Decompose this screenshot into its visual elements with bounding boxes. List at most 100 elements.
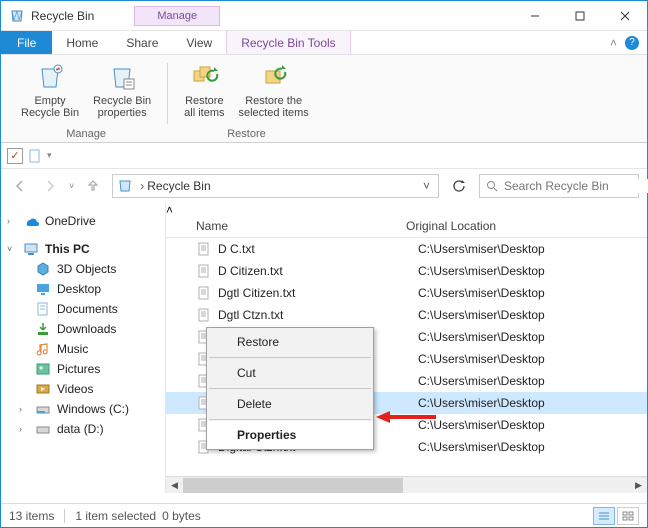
nav-pane: › OneDrive ˅ This PC 3D Objects Desktop … (1, 203, 166, 493)
file-location: C:\Users\miser\Desktop (418, 308, 545, 322)
window-title: Recycle Bin (31, 9, 134, 23)
tab-share[interactable]: Share (112, 31, 172, 54)
collapse-ribbon-icon[interactable]: ˄ (610, 36, 617, 50)
restore-selected-button[interactable]: Restore the selected items (233, 59, 315, 121)
column-header-name[interactable]: Name (166, 219, 406, 233)
nav-drive-c[interactable]: ›Windows (C:) (5, 399, 161, 419)
search-input[interactable] (504, 179, 648, 193)
maximize-button[interactable] (557, 1, 602, 30)
file-row[interactable]: D C.txtC:\Users\miser\Desktop (166, 238, 647, 260)
up-button[interactable] (82, 175, 104, 197)
file-name: Dgtl Ctzn.txt (218, 308, 418, 322)
file-location: C:\Users\miser\Desktop (418, 330, 545, 344)
nav-onedrive[interactable]: › OneDrive (5, 211, 161, 231)
qat-dropdown-icon[interactable]: ▾ (47, 150, 52, 161)
view-icons-button[interactable] (617, 507, 639, 525)
address-dropdown-icon[interactable]: ˅ (419, 179, 434, 193)
file-location: C:\Users\miser\Desktop (418, 418, 545, 432)
music-icon (35, 341, 51, 357)
menu-separator (209, 388, 371, 389)
sort-indicator-icon: ˄ (166, 203, 647, 217)
file-name: D C.txt (218, 242, 418, 256)
nav-desktop[interactable]: Desktop (5, 279, 161, 299)
file-location: C:\Users\miser\Desktop (418, 374, 545, 388)
chevron-right-icon: › (19, 404, 29, 414)
back-button[interactable] (9, 175, 31, 197)
drive-icon (35, 421, 51, 437)
refresh-button[interactable] (447, 174, 471, 198)
empty-recycle-bin-button[interactable]: Empty Recycle Bin (15, 59, 85, 121)
status-size: 0 bytes (162, 509, 201, 523)
videos-icon (35, 381, 51, 397)
tab-recycle-bin-tools[interactable]: Recycle Bin Tools (226, 31, 351, 54)
file-row[interactable]: Dgtl Ctzn.txtC:\Users\miser\Desktop (166, 304, 647, 326)
nav-this-pc[interactable]: ˅ This PC (5, 239, 161, 259)
pictures-icon (35, 361, 51, 377)
downloads-icon (35, 321, 51, 337)
context-menu-restore[interactable]: Restore (207, 328, 373, 356)
ribbon-group-manage: Empty Recycle Bin Recycle Bin properties… (9, 59, 163, 142)
cube-icon (35, 261, 51, 277)
address-recycle-bin-icon (117, 178, 133, 194)
nav-videos[interactable]: Videos (5, 379, 161, 399)
tab-home[interactable]: Home (52, 31, 112, 54)
status-selection: 1 item selected (75, 509, 156, 523)
nav-pictures[interactable]: Pictures (5, 359, 161, 379)
title-bar: Recycle Bin Manage (1, 1, 647, 31)
documents-icon (35, 301, 51, 317)
context-menu-delete[interactable]: Delete (207, 390, 373, 418)
menu-separator (209, 419, 371, 420)
onedrive-icon (23, 213, 39, 229)
nav-music[interactable]: Music (5, 339, 161, 359)
horizontal-scrollbar[interactable]: ◀ ▶ (166, 476, 647, 493)
scrollbar-thumb[interactable] (183, 478, 403, 493)
nav-3d-objects[interactable]: 3D Objects (5, 259, 161, 279)
ribbon-group-restore: Restore all items Restore the selected i… (172, 59, 321, 142)
contextual-tab-label: Manage (134, 6, 220, 26)
minimize-button[interactable] (512, 1, 557, 30)
scroll-right-icon[interactable]: ▶ (630, 477, 647, 494)
history-dropdown-icon[interactable]: ˅ (69, 181, 74, 191)
drive-icon (35, 401, 51, 417)
column-header-location[interactable]: Original Location (406, 219, 647, 233)
restore-all-button[interactable]: Restore all items (178, 59, 230, 121)
text-file-icon (196, 285, 212, 301)
file-location: C:\Users\miser\Desktop (418, 264, 545, 278)
file-location: C:\Users\miser\Desktop (418, 286, 545, 300)
tab-file[interactable]: File (1, 31, 52, 54)
address-separator: › (137, 179, 147, 193)
help-icon[interactable]: ? (625, 36, 639, 50)
address-text: Recycle Bin (147, 179, 419, 193)
address-bar[interactable]: › Recycle Bin ˅ (112, 174, 439, 198)
qat-checkbox[interactable]: ✓ (7, 148, 23, 164)
file-name: D Citizen.txt (218, 264, 418, 278)
ribbon-body: Empty Recycle Bin Recycle Bin properties… (1, 55, 647, 143)
empty-bin-icon (34, 61, 66, 93)
chevron-right-icon: › (19, 424, 29, 434)
status-item-count: 13 items (9, 509, 54, 523)
nav-row: ˅ › Recycle Bin ˅ (1, 169, 647, 203)
file-location: C:\Users\miser\Desktop (418, 242, 545, 256)
quick-access-toolbar: ✓ ▾ (1, 143, 647, 169)
chevron-right-icon: › (7, 216, 17, 226)
view-details-button[interactable] (593, 507, 615, 525)
close-button[interactable] (602, 1, 647, 30)
tab-view[interactable]: View (172, 31, 226, 54)
nav-downloads[interactable]: Downloads (5, 319, 161, 339)
scroll-left-icon[interactable]: ◀ (166, 477, 183, 494)
nav-documents[interactable]: Documents (5, 299, 161, 319)
menu-separator (209, 357, 371, 358)
context-menu-properties[interactable]: Properties (207, 421, 373, 449)
nav-drive-d[interactable]: ›data (D:) (5, 419, 161, 439)
file-row[interactable]: Dgtl Citizen.txtC:\Users\miser\Desktop (166, 282, 647, 304)
context-menu-cut[interactable]: Cut (207, 359, 373, 387)
qat-document-icon[interactable] (27, 148, 43, 164)
file-row[interactable]: D Citizen.txtC:\Users\miser\Desktop (166, 260, 647, 282)
text-file-icon (196, 307, 212, 323)
forward-button[interactable] (39, 175, 61, 197)
chevron-down-icon: ˅ (7, 244, 17, 254)
file-name: Dgtl Citizen.txt (218, 286, 418, 300)
desktop-icon (35, 281, 51, 297)
recycle-bin-properties-button[interactable]: Recycle Bin properties (87, 59, 157, 121)
search-box[interactable] (479, 174, 639, 198)
